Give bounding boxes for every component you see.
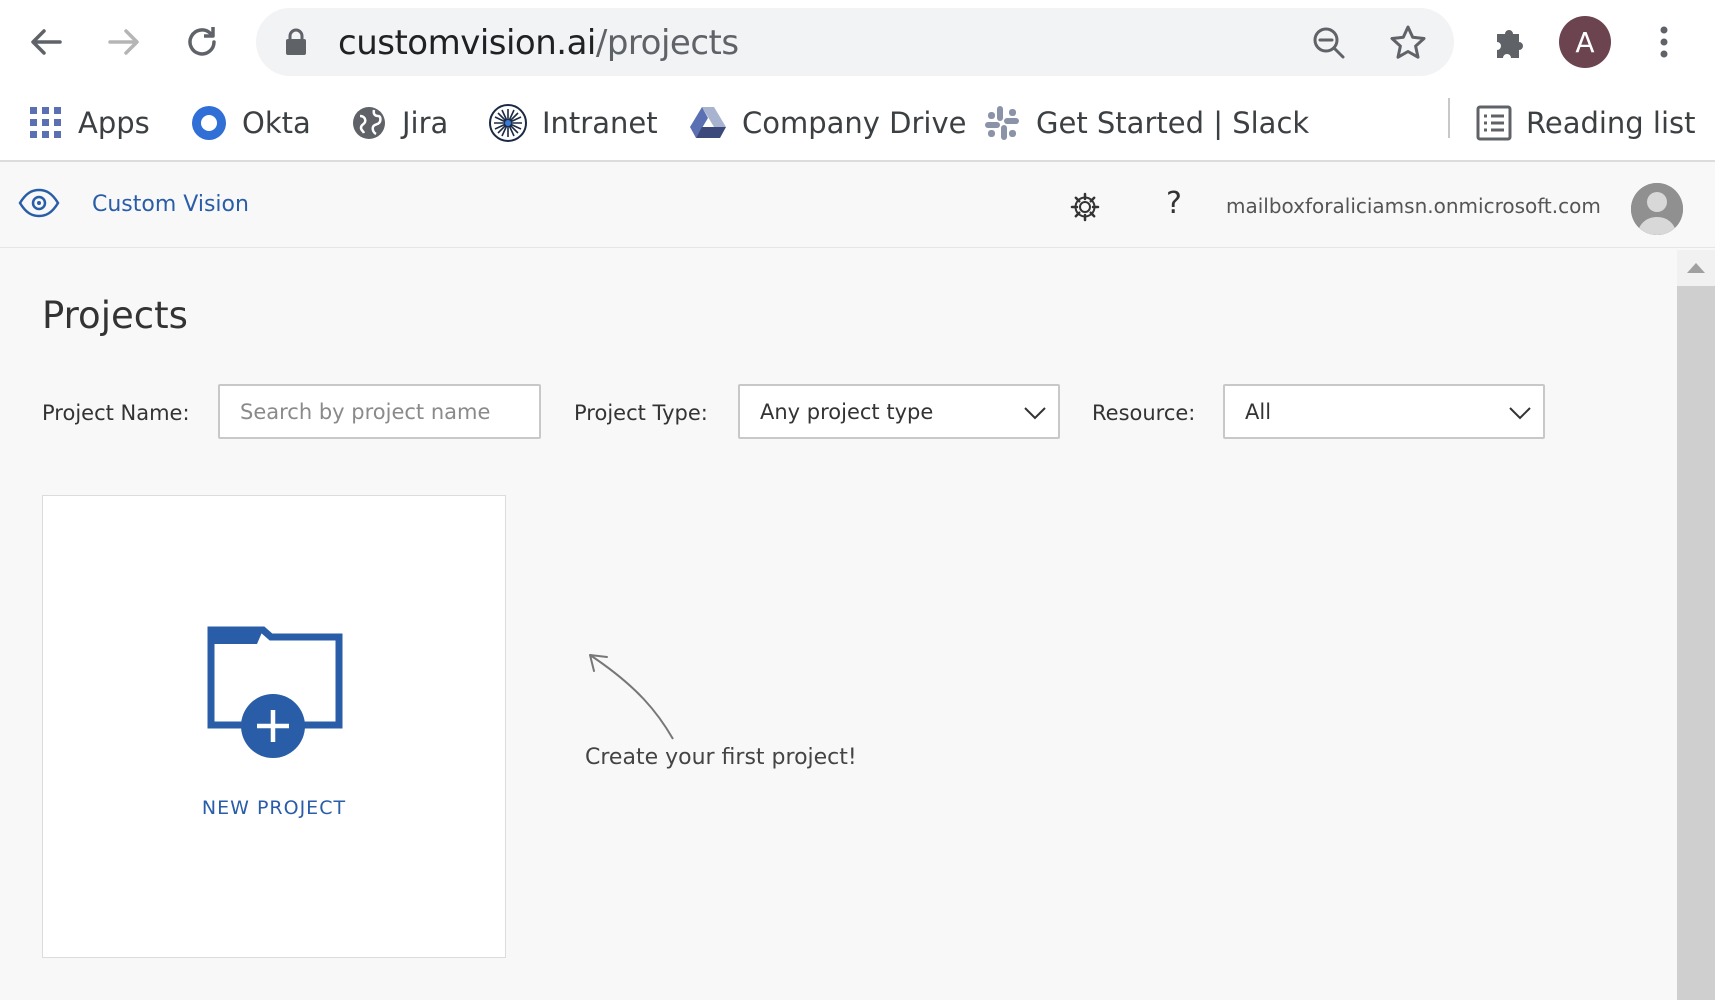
resource-dropdown[interactable]: All <box>1223 384 1545 439</box>
bookmark-label: Company Drive <box>742 106 967 140</box>
bookmarks-bar: Apps Okta Jira Intranet Company Drive Ge… <box>0 84 1715 162</box>
person-icon <box>1631 183 1683 235</box>
page-title: Projects <box>42 294 188 337</box>
scroll-up-button[interactable] <box>1677 250 1715 286</box>
bookmark-okta[interactable]: Okta <box>190 100 311 146</box>
back-arrow-icon <box>31 29 62 55</box>
custom-vision-logo-icon[interactable] <box>18 188 60 218</box>
zoom-out-icon[interactable] <box>1310 24 1348 62</box>
bookmarks-divider <box>1448 98 1450 138</box>
globe-icon <box>353 107 385 139</box>
triangle-up-icon <box>1687 263 1705 273</box>
profile-avatar[interactable]: A <box>1559 16 1611 68</box>
bookmark-label: Jira <box>402 106 449 140</box>
project-type-value: Any project type <box>760 399 934 424</box>
bookmark-label: Apps <box>78 106 150 140</box>
project-type-dropdown[interactable]: Any project type <box>738 384 1060 439</box>
user-avatar[interactable] <box>1631 183 1683 235</box>
page-scrollbar[interactable] <box>1677 250 1715 1000</box>
new-project-label: NEW PROJECT <box>201 797 347 819</box>
bookmark-label: Get Started | Slack <box>1036 106 1310 140</box>
bookmark-company-drive[interactable]: Company Drive <box>688 100 967 146</box>
app-header: Custom Vision ? mailboxforaliciamsn.onmi… <box>0 164 1715 248</box>
chevron-down-icon <box>1509 407 1531 420</box>
bookmark-slack[interactable]: Get Started | Slack <box>982 100 1309 146</box>
browser-toolbar: customvision.ai/projects A <box>0 0 1715 84</box>
reload-icon <box>188 27 216 56</box>
more-vert-icon[interactable] <box>1650 22 1678 62</box>
new-project-card[interactable]: NEW PROJECT <box>42 495 506 958</box>
resource-label: Resource: <box>1092 401 1196 425</box>
chevron-down-icon <box>1024 407 1046 420</box>
user-email[interactable]: mailboxforaliciamsn.onmicrosoft.com <box>1226 194 1601 218</box>
project-name-label: Project Name: <box>42 401 190 425</box>
bookmark-label: Intranet <box>542 106 658 140</box>
reading-list-icon <box>1476 105 1512 141</box>
reload-button[interactable] <box>178 18 226 66</box>
project-type-label: Project Type: <box>574 401 708 425</box>
url-domain: customvision.ai <box>338 23 596 63</box>
help-icon[interactable]: ? <box>1166 186 1182 221</box>
extensions-icon[interactable] <box>1489 22 1529 62</box>
okta-icon <box>192 106 226 140</box>
bookmark-intranet[interactable]: Intranet <box>488 100 658 146</box>
intranet-icon <box>489 104 527 142</box>
project-name-search-input[interactable] <box>240 399 539 424</box>
project-name-field[interactable] <box>218 384 541 439</box>
url-path: /projects <box>595 23 739 63</box>
drive-icon <box>690 107 726 138</box>
back-button[interactable] <box>22 18 70 66</box>
lock-icon <box>286 28 306 55</box>
bookmark-label: Okta <box>242 106 311 140</box>
create-first-project-hint: Create your first project! <box>585 745 857 770</box>
apps-grid-icon <box>30 107 61 138</box>
bookmark-jira[interactable]: Jira <box>350 100 448 146</box>
star-icon[interactable] <box>1388 23 1428 63</box>
address-bar[interactable]: customvision.ai/projects <box>256 8 1454 76</box>
new-project-folder-icon <box>207 626 343 758</box>
settings-gear-icon[interactable] <box>1070 192 1100 222</box>
forward-arrow-icon <box>108 29 139 55</box>
forward-button[interactable] <box>100 18 148 66</box>
brand-title[interactable]: Custom Vision <box>92 192 249 217</box>
reading-list-button[interactable]: Reading list <box>1476 100 1696 146</box>
slack-icon <box>985 106 1019 140</box>
hint-arrow-icon <box>589 654 674 740</box>
reading-list-label: Reading list <box>1526 106 1696 140</box>
bookmark-apps[interactable]: Apps <box>28 100 150 146</box>
url-text[interactable]: customvision.ai/projects <box>338 23 739 63</box>
resource-value: All <box>1245 399 1272 424</box>
